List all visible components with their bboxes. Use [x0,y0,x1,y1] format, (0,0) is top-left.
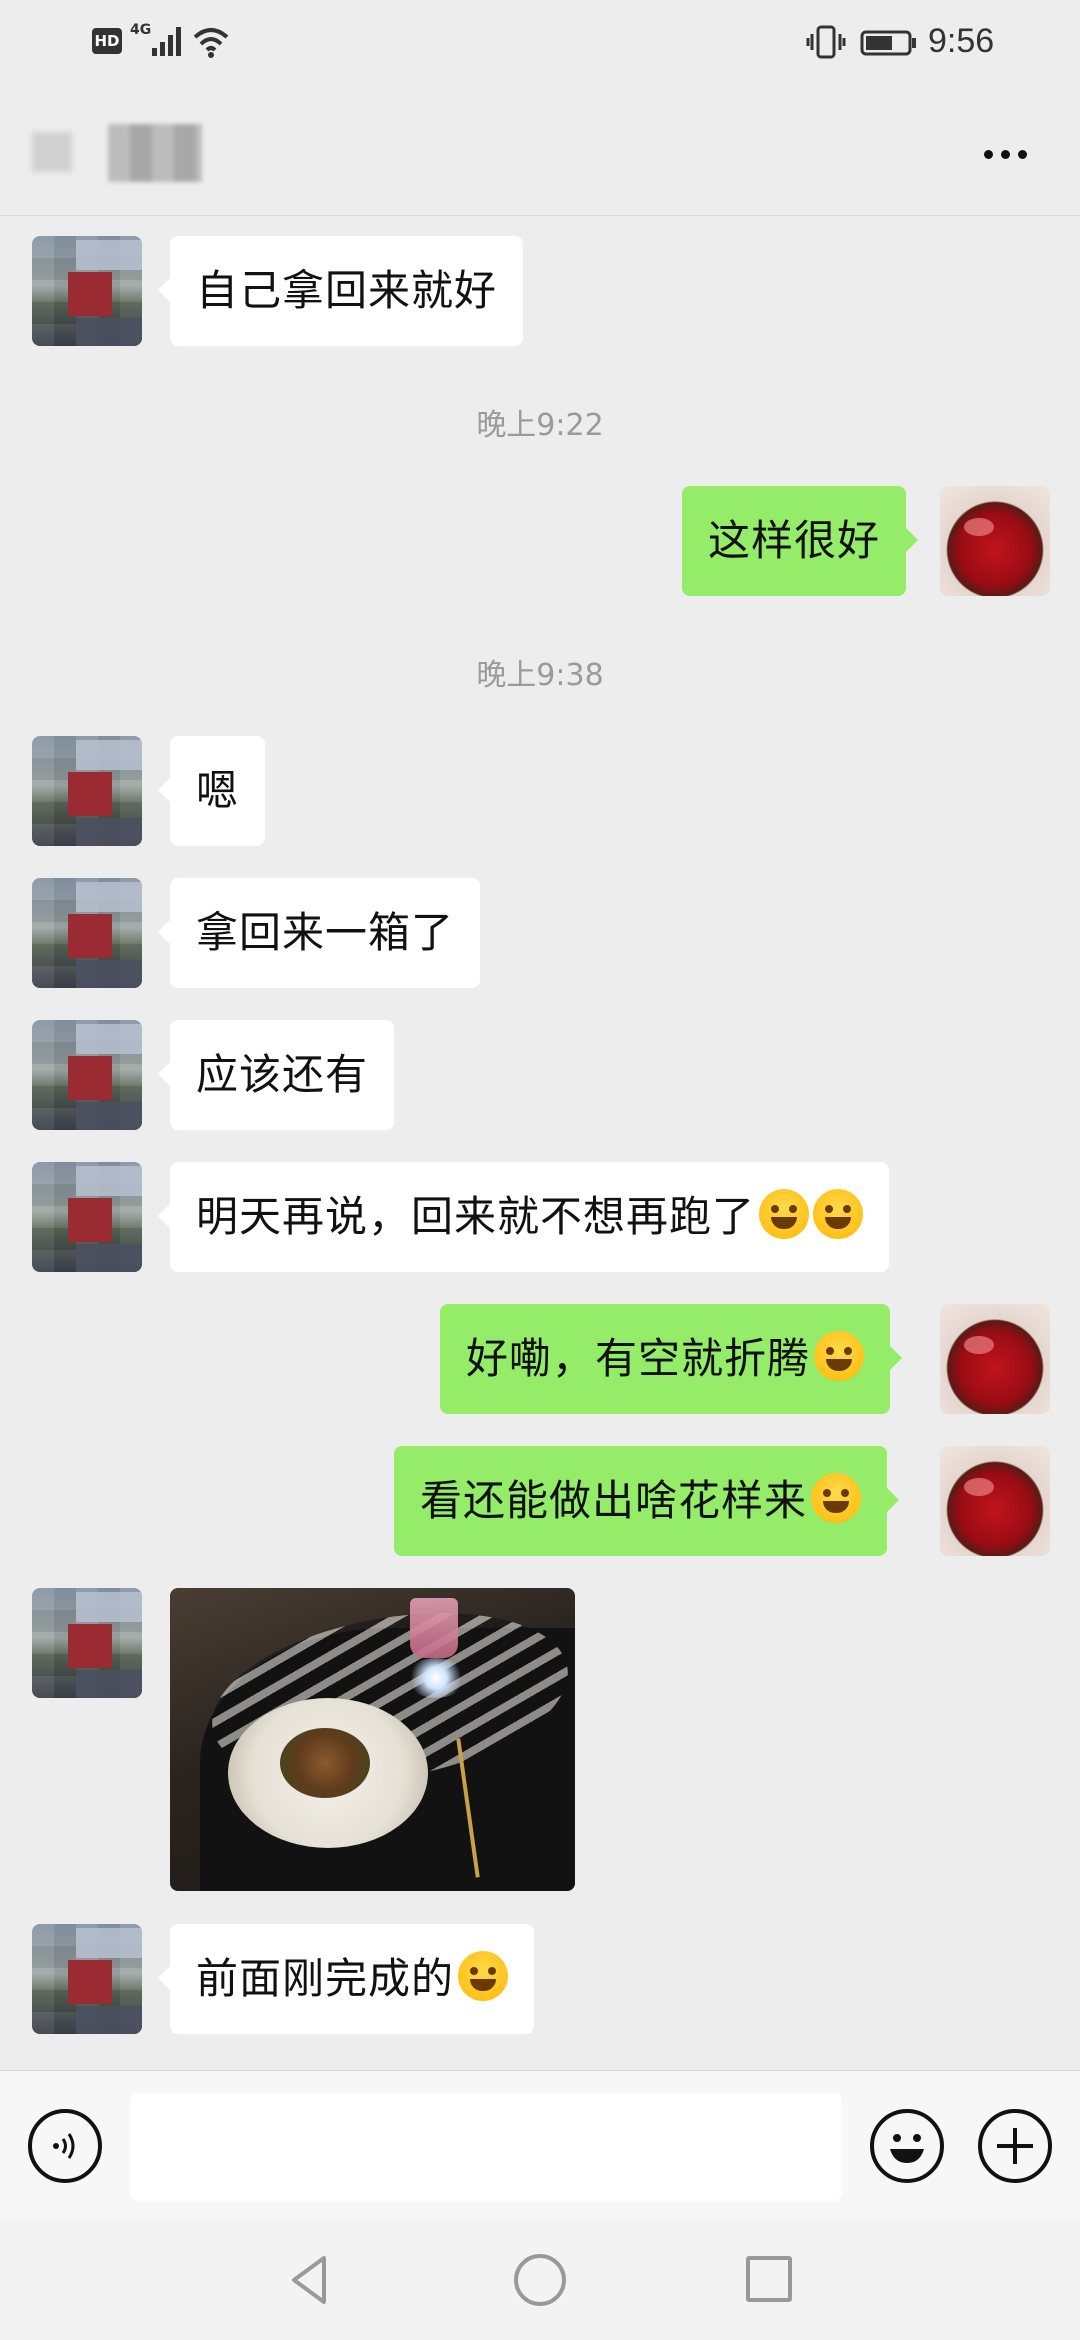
back-triangle-icon[interactable] [282,2252,338,2308]
status-bar: HD 4G 9:56 [0,0,1080,84]
message-text: 这样很好 [708,516,881,565]
home-circle-icon[interactable] [514,2254,566,2306]
system-nav-bar [0,2220,1080,2340]
network-label: 4G [130,22,152,38]
more-dots-icon[interactable] [970,124,1040,184]
grinning-emoji [814,1331,865,1381]
input-bar [0,2070,1080,2220]
battery-icon [860,30,916,56]
clock-time: 9:56 [928,22,995,60]
contact-avatar[interactable] [32,236,142,346]
signal-icon [152,27,181,56]
my-avatar[interactable] [940,1304,1050,1414]
message-timestamp: 晚上9:22 [476,408,604,443]
contact-name-blurred [32,124,202,182]
crying-laughing-emoji [813,1189,864,1239]
contact-avatar[interactable] [32,1162,142,1272]
message-text: 拿回来一箱了 [196,908,455,957]
message-bubble[interactable]: 拿回来一箱了 [157,878,481,988]
recent-square-icon[interactable] [746,2256,792,2302]
message-bubble[interactable]: 看还能做出啥花样来 [394,1446,900,1556]
chat-header [0,84,1080,216]
my-avatar[interactable] [940,1446,1050,1556]
pasta-dinner-photo[interactable] [170,1588,575,1891]
crying-laughing-emoji [811,1473,862,1523]
message-input[interactable] [130,2093,842,2201]
wifi-icon [193,28,229,58]
message-bubble[interactable]: 这样很好 [682,486,919,596]
voice-icon[interactable] [28,2109,102,2183]
contact-avatar[interactable] [32,1924,142,2034]
contact-avatar[interactable] [32,1588,142,1698]
contact-avatar[interactable] [32,736,142,846]
message-text: 前面刚完成的 [196,1954,455,2003]
plus-icon[interactable] [978,2109,1052,2183]
message-timestamp: 晚上9:38 [476,658,604,693]
message-bubble[interactable]: 前面刚完成的 [157,1924,535,2034]
my-avatar[interactable] [940,486,1050,596]
tears-of-joy-emoji [759,1189,810,1239]
message-text: 自己拿回来就好 [196,266,498,315]
message-text: 明天再说，回来就不想再跑了 [196,1192,756,1241]
emoji-icon[interactable] [870,2109,944,2183]
message-bubble[interactable]: 明天再说，回来就不想再跑了 [157,1162,890,1272]
message-bubble[interactable]: 自己拿回来就好 [157,236,524,346]
contact-avatar[interactable] [32,878,142,988]
hd-badge: HD [92,28,122,54]
message-text: 看还能做出啥花样来 [420,1476,808,1525]
message-text: 应该还有 [196,1050,369,1099]
vibrate-icon [806,25,846,59]
message-bubble[interactable]: 应该还有 [157,1020,395,1130]
message-text: 好嘞，有空就折腾 [466,1334,811,1383]
message-bubble[interactable]: 好嘞，有空就折腾 [440,1304,903,1414]
message-bubble[interactable]: 嗯 [157,736,266,846]
message-text: 嗯 [196,766,240,815]
thinking-emoji [458,1951,509,2001]
contact-avatar[interactable] [32,1020,142,1130]
